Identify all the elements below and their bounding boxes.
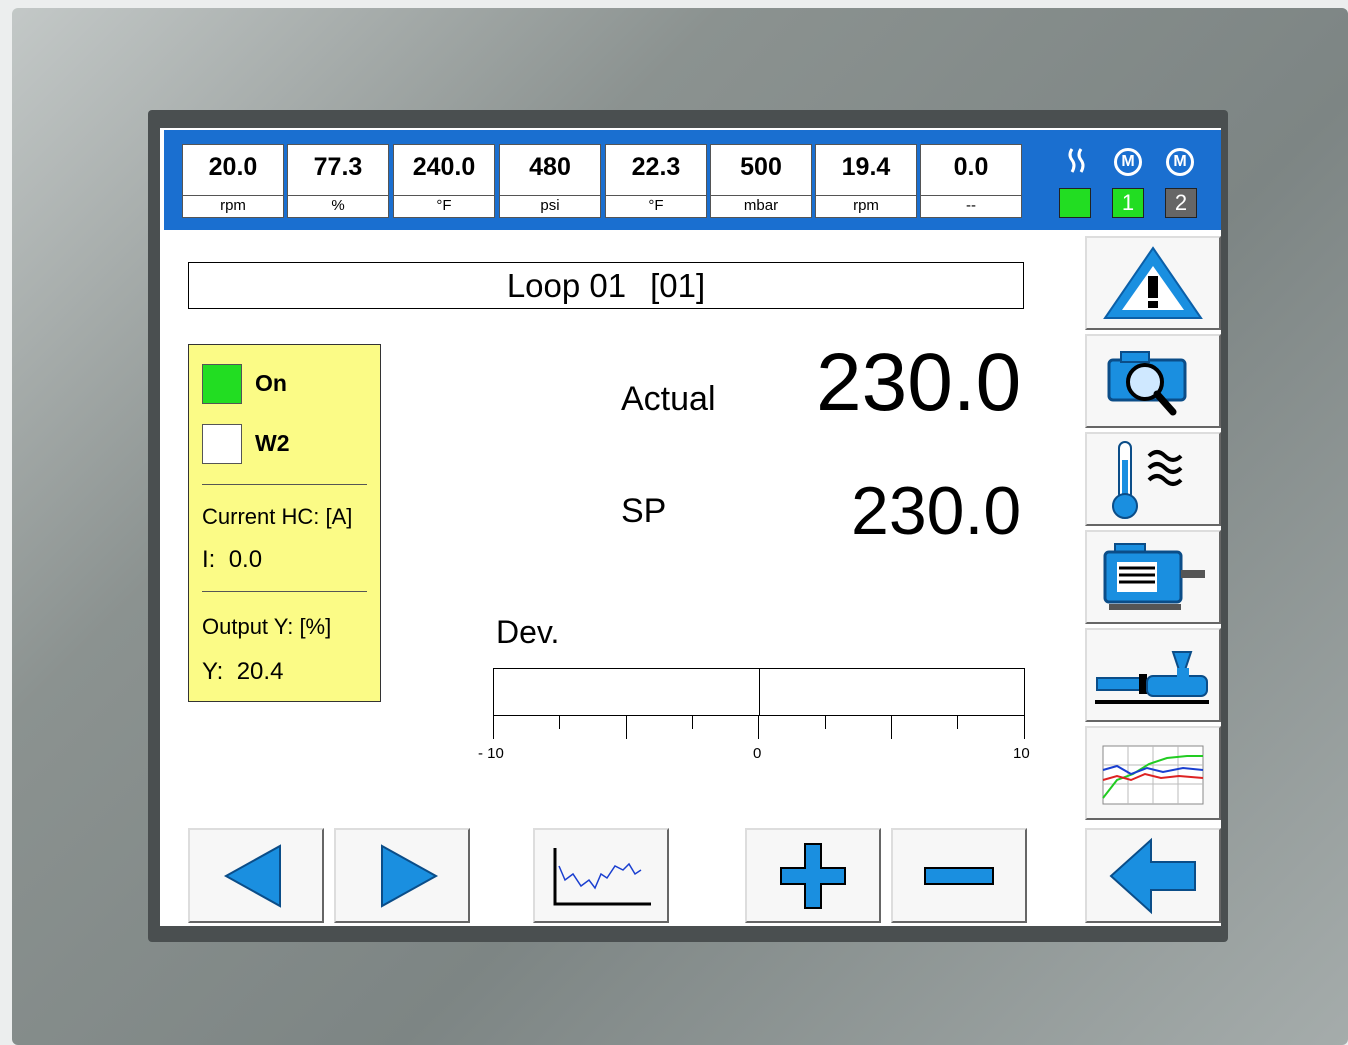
axis-tick — [891, 715, 892, 739]
output-label: Output Y: [%] — [202, 614, 332, 639]
divider — [202, 484, 367, 485]
zoom-button[interactable] — [1085, 334, 1221, 428]
on-label: On — [255, 370, 287, 396]
divider — [202, 591, 367, 592]
tile-unit: psi — [500, 195, 600, 218]
current-value: 0.0 — [228, 546, 263, 573]
value-tile[interactable]: 240.0 °F — [393, 144, 495, 218]
extruder-icon — [1095, 651, 1209, 704]
output-readout: Y: 20.4 — [202, 658, 283, 686]
tile-unit: rpm — [183, 195, 283, 218]
decrease-button[interactable] — [891, 828, 1027, 923]
heating-status-indicator — [1059, 188, 1091, 218]
actual-label: Actual — [621, 380, 716, 418]
alarm-warning-icon — [1103, 246, 1203, 319]
trend-chart-button[interactable] — [1085, 726, 1221, 820]
prev-arrow-icon — [223, 844, 281, 908]
value-tile[interactable]: 77.3% — [287, 144, 389, 218]
process-values-bar: 20.0 rpm 77.3% 240.0 °F 480 psi 22.3 °F 500 m… — [164, 130, 1221, 230]
next-arrow-icon — [381, 844, 439, 908]
axis-tick — [957, 715, 958, 729]
zoom-camera-icon — [1107, 351, 1187, 416]
loop-title: Loop 01 [01] — [188, 262, 1024, 309]
deviation-marker — [759, 668, 760, 716]
tile-value: 22.3 — [631, 153, 681, 181]
tile-unit: % — [288, 195, 388, 218]
deviation-axis — [493, 715, 1025, 716]
deviation-max-label: 10 — [1013, 745, 1030, 762]
next-loop-button[interactable] — [334, 828, 470, 923]
axis-tick — [692, 715, 693, 729]
tile-unit: rpm — [816, 195, 916, 218]
axis-tick — [626, 715, 627, 739]
current-label: Current HC: [A] — [202, 504, 353, 529]
value-tile[interactable]: 0.0 -- — [920, 144, 1022, 218]
tile-value: 240.0 — [412, 153, 476, 181]
tile-value: 20.0 — [208, 153, 258, 181]
deviation-min-label: - 10 — [478, 745, 504, 762]
deviation-label: Dev. — [496, 614, 560, 650]
temperature-icon — [1112, 441, 1183, 519]
motor-2-status-indicator: 2 — [1165, 188, 1197, 218]
value-tile[interactable]: 480 psi — [499, 144, 601, 218]
sp-label: SP — [621, 492, 667, 530]
previous-loop-button[interactable] — [188, 828, 324, 923]
temperature-button[interactable] — [1085, 432, 1221, 526]
trend-button[interactable] — [533, 828, 669, 923]
motor-button[interactable] — [1085, 530, 1221, 624]
on-indicator[interactable] — [202, 364, 242, 404]
output-value: 20.4 — [236, 658, 284, 685]
back-arrow-icon — [1109, 837, 1196, 915]
setpoint-value[interactable]: 230.0 — [851, 472, 1021, 550]
value-tile[interactable]: 20.0 rpm — [182, 144, 284, 218]
tile-unit: °F — [394, 195, 494, 218]
loop-id: [01] — [650, 267, 706, 304]
output-prefix: Y: — [202, 658, 224, 685]
back-button[interactable] — [1085, 828, 1221, 923]
alarm-button[interactable] — [1085, 236, 1221, 330]
value-tile[interactable]: 500 mbar — [710, 144, 812, 218]
value-tile[interactable]: 22.3 °F — [605, 144, 707, 218]
actual-value: 230.0 — [816, 337, 1022, 428]
motor-icon — [1103, 543, 1205, 610]
axis-tick — [1024, 715, 1025, 739]
tile-unit: °F — [606, 195, 706, 218]
tile-value: 19.4 — [841, 153, 891, 181]
value-tile[interactable]: 19.4 rpm — [815, 144, 917, 218]
loop-status-panel: On W2 Current HC: [A] I: 0.0 Output Y: [… — [188, 344, 381, 702]
motor-1-status-indicator: 1 — [1112, 188, 1144, 218]
plus-icon — [780, 843, 846, 909]
loop-name: Loop 01 — [506, 267, 627, 304]
motor-2-icon: M — [1166, 148, 1194, 176]
w2-indicator[interactable] — [202, 424, 242, 464]
tile-value: 0.0 — [953, 153, 989, 181]
tile-value: 500 — [740, 153, 782, 181]
axis-tick — [758, 715, 759, 739]
increase-button[interactable] — [745, 828, 881, 923]
status-indicators: M M 1 2 — [1054, 142, 1221, 232]
tile-value: 480 — [529, 153, 571, 181]
tile-unit: -- — [921, 195, 1021, 218]
extruder-button[interactable] — [1085, 628, 1221, 722]
motor-1-icon: M — [1114, 148, 1142, 176]
current-prefix: I: — [202, 546, 216, 573]
axis-tick — [825, 715, 826, 729]
current-readout: I: 0.0 — [202, 546, 262, 574]
deviation-mid-label: 0 — [753, 745, 762, 762]
hmi-screen: 20.0 rpm 77.3% 240.0 °F 480 psi 22.3 °F 500 m… — [160, 128, 1221, 926]
trend-chart-icon — [1102, 745, 1204, 805]
axis-tick — [559, 715, 560, 729]
heating-wave-icon — [1062, 146, 1092, 183]
tile-value: 77.3 — [313, 153, 363, 181]
tile-unit: mbar — [711, 195, 811, 218]
minus-icon — [924, 867, 994, 885]
w2-label: W2 — [255, 430, 290, 456]
axis-tick — [493, 715, 494, 739]
trend-icon — [553, 848, 651, 906]
